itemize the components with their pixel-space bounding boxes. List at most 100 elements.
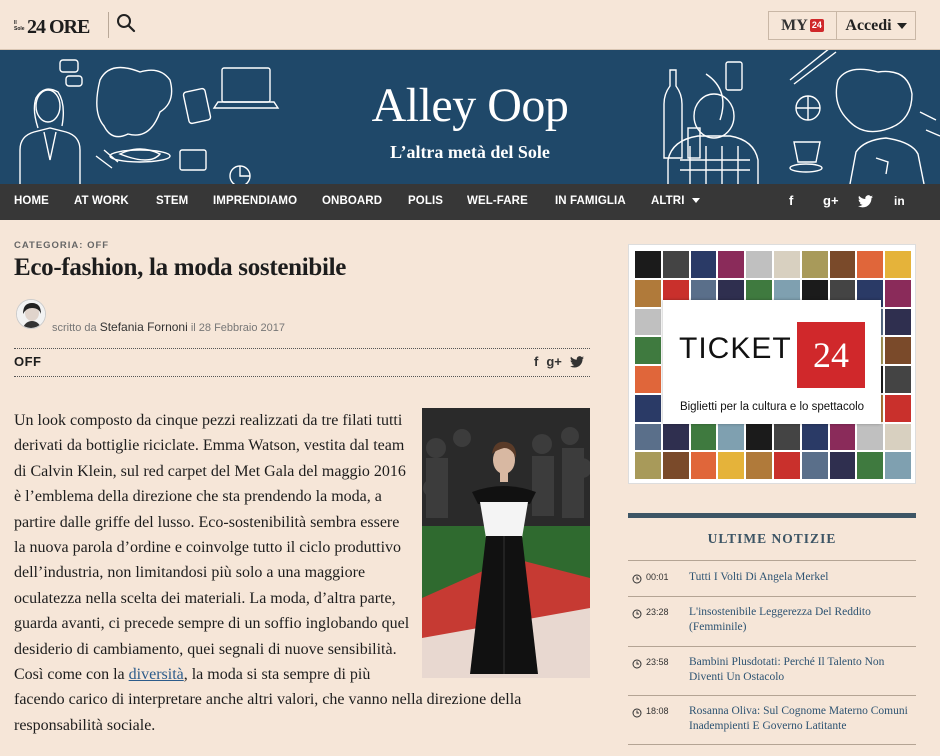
mosaic-tile	[745, 250, 773, 279]
login-button[interactable]: Accedi	[836, 11, 916, 40]
diversita-link[interactable]: diversità	[129, 666, 184, 683]
author-avatar[interactable]	[16, 299, 46, 329]
nav-item-altri-label: ALTRI	[651, 195, 685, 207]
nav-item-polis[interactable]: POLIS	[408, 195, 443, 207]
my-label: MY	[781, 16, 808, 34]
article-tag[interactable]: OFF	[14, 354, 42, 369]
mosaic-tile	[856, 250, 885, 279]
header-divider	[108, 12, 109, 38]
news-time: 23:28	[646, 607, 669, 617]
mosaic-tile	[884, 365, 912, 394]
clock-icon	[632, 708, 642, 718]
mosaic-tile	[717, 250, 746, 279]
mosaic-tile	[634, 250, 662, 279]
mosaic-tile	[772, 422, 801, 452]
share-bar: f g+	[534, 354, 584, 369]
search-icon[interactable]	[116, 13, 136, 33]
byline-prefix: scritto da	[52, 322, 97, 334]
blog-banner: Alley Oop L’altra metà del Sole	[0, 50, 940, 184]
nav-item-wel-fare[interactable]: WEL-FARE	[467, 195, 528, 207]
mosaic-tile	[828, 422, 857, 452]
share-twitter-icon[interactable]	[569, 356, 584, 368]
news-title[interactable]: Rosanna Oliva: Sul Cognome Materno Comun…	[689, 704, 913, 734]
mosaic-tile	[717, 451, 746, 480]
sole24ore-logo[interactable]: Il Sole 24 ORE	[14, 12, 90, 38]
mosaic-tile	[884, 336, 912, 365]
top-bar: Il Sole 24 ORE MY 24 Accedi	[0, 0, 940, 50]
ticket24-number: 24	[797, 322, 865, 388]
my24-button[interactable]: MY 24	[768, 11, 836, 40]
ticket24-ad[interactable]: TICKET 24 Biglietti per la cultura e lo …	[628, 244, 916, 484]
ticket24-tagline: Biglietti per la cultura e lo spettacolo	[679, 401, 865, 413]
mosaic-tile	[634, 422, 662, 452]
nav-item-imprendiamo[interactable]: IMPRENDIAMO	[213, 195, 297, 207]
nav-item-at-work[interactable]: AT WORK	[74, 195, 129, 207]
mosaic-tile	[717, 422, 746, 452]
author-portrait-icon	[17, 300, 45, 328]
ticket24-card: TICKET 24 Biglietti per la cultura e lo …	[663, 300, 881, 424]
mosaic-tile	[634, 278, 662, 308]
mosaic-tile	[634, 365, 662, 394]
mosaic-tile	[800, 422, 829, 452]
news-divider	[628, 560, 916, 561]
article-date: 28 Febbraio 2017	[198, 322, 286, 334]
google-plus-icon[interactable]: g+	[823, 193, 839, 208]
mosaic-tile	[661, 250, 690, 279]
mosaic-tile	[772, 451, 801, 480]
my24-badge: 24	[809, 19, 824, 32]
mosaic-tile	[884, 250, 912, 279]
share-facebook-icon[interactable]: f	[534, 354, 538, 369]
news-title[interactable]: Tutti I Volti Di Angela Merkel	[689, 570, 913, 585]
mosaic-tile	[884, 278, 912, 308]
mosaic-tile	[772, 250, 801, 279]
mosaic-tile	[884, 422, 912, 452]
article-title: Eco-fashion, la moda sostenibile	[14, 254, 347, 281]
logo-small-text: Il Sole	[14, 20, 25, 32]
twitter-icon[interactable]	[858, 195, 873, 208]
chevron-down-icon	[691, 198, 700, 204]
article-category[interactable]: CATEGORIA: OFF	[14, 240, 109, 251]
nav-item-home[interactable]: HOME	[14, 195, 49, 207]
nav-item-in-famiglia[interactable]: IN FAMIGLIA	[555, 195, 626, 207]
mosaic-tile	[800, 250, 829, 279]
news-time: 00:01	[646, 572, 669, 582]
divider-bottom	[14, 376, 590, 377]
mosaic-tile	[689, 451, 718, 480]
author-link[interactable]: Stefania Fornoni	[100, 320, 188, 334]
mosaic-tile	[745, 451, 773, 480]
news-divider	[628, 695, 916, 696]
nav-item-altri[interactable]: ALTRI	[651, 195, 700, 207]
red-carpet-photo-illustration	[422, 408, 590, 678]
mosaic-tile	[689, 250, 718, 279]
news-title[interactable]: Bambini Plusdotati: Perché Il Talento No…	[689, 655, 913, 685]
article-paragraph-start: Un look composto da cinque pezzi realizz…	[14, 412, 410, 684]
banner-illustration-right	[663, 50, 940, 184]
nav-item-onboard[interactable]: ONBOARD	[322, 195, 382, 207]
clock-icon	[632, 659, 642, 669]
mosaic-tile	[800, 451, 829, 480]
news-divider	[628, 744, 916, 745]
news-time: 23:58	[646, 657, 669, 667]
facebook-icon[interactable]: f	[789, 193, 793, 208]
mosaic-tile	[884, 451, 912, 480]
news-title[interactable]: L'insostenibile Leggerezza Del Reddito (…	[689, 605, 913, 635]
news-time: 18:08	[646, 706, 669, 716]
nav-item-stem[interactable]: STEM	[156, 195, 188, 207]
latest-news-heading: ULTIME NOTIZIE	[628, 513, 916, 547]
mosaic-tile	[634, 451, 662, 480]
article-photo[interactable]	[422, 408, 590, 678]
mosaic-tile	[884, 307, 912, 337]
clock-icon	[632, 609, 642, 619]
mosaic-tile	[661, 451, 690, 480]
article-byline: scritto da Stefania Fornoni il 28 Febbra…	[52, 320, 285, 334]
login-label: Accedi	[845, 16, 892, 34]
news-divider	[628, 596, 916, 597]
share-google-plus-icon[interactable]: g+	[546, 354, 562, 369]
mosaic-tile	[828, 451, 857, 480]
mosaic-tile	[856, 451, 885, 480]
clock-icon	[632, 574, 642, 584]
mosaic-tile	[634, 393, 662, 423]
mosaic-tile	[828, 250, 857, 279]
chevron-down-icon	[896, 22, 907, 29]
linkedin-icon[interactable]: in	[894, 194, 905, 208]
